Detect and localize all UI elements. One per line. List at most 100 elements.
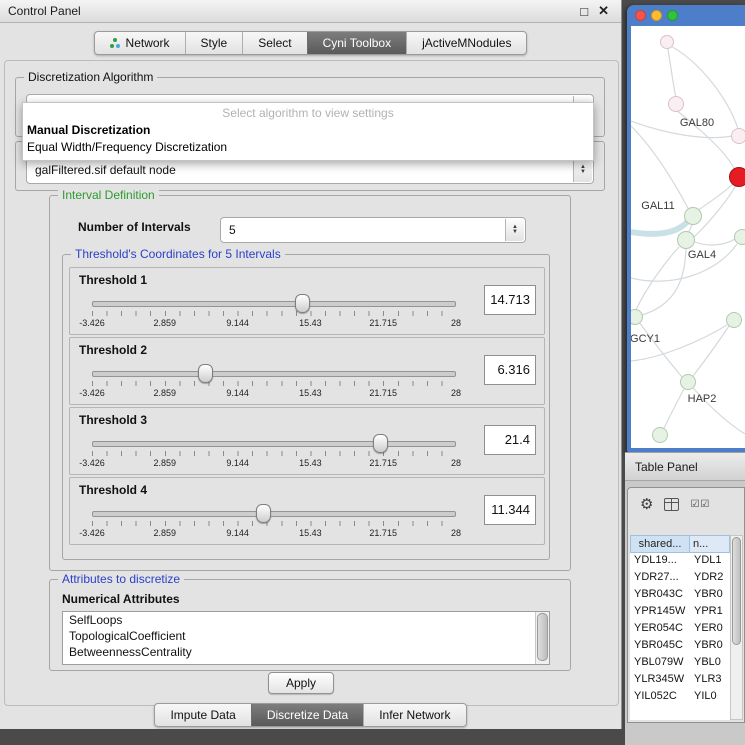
threshold-value-field[interactable]: 21.4 (484, 425, 536, 455)
table-scrollbar-thumb[interactable] (732, 537, 741, 645)
threshold-label: Threshold 3 (79, 413, 147, 427)
threshold-value-field[interactable]: 11.344 (484, 495, 536, 525)
close-icon[interactable]: ✕ (598, 3, 609, 19)
table-cell-name: YIL0 (690, 689, 730, 706)
table-row[interactable]: YER054CYER0 (630, 621, 730, 638)
network-node[interactable] (726, 312, 742, 328)
combobox-stepper-icon[interactable]: ▲▼ (505, 219, 524, 241)
float-window-icon[interactable]: □ (580, 4, 588, 19)
table-row[interactable]: YBR043CYBR0 (630, 587, 730, 604)
tick-label: 15.43 (299, 388, 322, 398)
slider-ticks (92, 381, 456, 386)
network-node[interactable] (652, 427, 668, 443)
control-panel-titlebar[interactable]: Control Panel □ ✕ (0, 0, 621, 23)
table-row[interactable]: YIL052CYIL0 (630, 689, 730, 706)
apply-button[interactable]: Apply (268, 672, 334, 694)
dropdown-option-manual-discretization[interactable]: Manual Discretization (23, 122, 593, 139)
network-node[interactable] (734, 229, 745, 245)
tab-discretize-data-label: Discretize Data (267, 708, 348, 722)
list-scrollbar[interactable] (535, 612, 549, 664)
table-scrollbar[interactable] (730, 535, 743, 720)
tick-label: 28 (451, 388, 461, 398)
tab-network[interactable]: Network (95, 32, 185, 54)
table-cell-shared-name: YDR27... (630, 570, 690, 587)
threshold-value-field[interactable]: 6.316 (484, 355, 536, 385)
table-row[interactable]: YLR345WYLR3 (630, 672, 730, 689)
network-node-gal80[interactable] (668, 96, 684, 112)
control-panel-title: Control Panel (8, 4, 81, 18)
table-cell-name: YDR2 (690, 570, 730, 587)
column-header-shared-name[interactable]: shared... (630, 535, 690, 553)
table-row[interactable]: YDL19...YDL1 (630, 553, 730, 570)
table-window: ⚙ ☑☑ shared... n... YDL19...YDL1YDR27...… (627, 487, 745, 723)
numerical-attributes-list[interactable]: SelfLoopsTopologicalCoefficientBetweenne… (62, 611, 550, 665)
tab-select[interactable]: Select (242, 32, 306, 54)
tab-discretize-data[interactable]: Discretize Data (251, 704, 363, 726)
combobox-stepper-icon[interactable]: ▲▼ (573, 158, 592, 182)
list-item-topologicalcoefficient[interactable]: TopologicalCoefficient (63, 628, 549, 644)
table-cell-shared-name: YDL19... (630, 553, 690, 570)
tab-cyni-toolbox-label: Cyni Toolbox (323, 36, 391, 50)
threshold-label: Threshold 1 (79, 273, 147, 287)
thresholds-group: Threshold's Coordinates for 5 Intervals … (62, 254, 550, 560)
threshold-slider[interactable]: -3.4262.8599.14415.4321.71528 (92, 294, 456, 330)
network-node-gal11[interactable] (684, 207, 702, 225)
columns-icon[interactable] (664, 498, 679, 511)
slider-ticks (92, 311, 456, 316)
threshold-slider[interactable]: -3.4262.8599.14415.4321.71528 (92, 364, 456, 400)
slider-thumb[interactable] (295, 294, 310, 313)
tick-label: 9.144 (226, 528, 249, 538)
tab-cyni-toolbox[interactable]: Cyni Toolbox (307, 32, 406, 54)
slider-ticks (92, 451, 456, 456)
number-of-intervals-combobox[interactable]: 5 ▲▼ (220, 217, 526, 243)
threshold-label: Threshold 2 (79, 343, 147, 357)
slider-thumb[interactable] (373, 434, 388, 453)
threshold-slider[interactable]: -3.4262.8599.14415.4321.71528 (92, 434, 456, 470)
table-cell-name: YER0 (690, 621, 730, 638)
network-window-titlebar[interactable] (627, 5, 745, 26)
tab-impute-data[interactable]: Impute Data (155, 704, 250, 726)
gear-icon[interactable]: ⚙ (640, 497, 653, 512)
threshold-panel-3: Threshold 3 -3.4262.8599.14415.4321.71528… (69, 407, 545, 475)
table-cell-shared-name: YBL079W (630, 655, 690, 672)
table-cell-shared-name: YPR145W (630, 604, 690, 621)
list-item-selfloops[interactable]: SelfLoops (63, 612, 549, 628)
list-scrollbar-thumb[interactable] (537, 613, 548, 661)
tick-label: 2.859 (154, 318, 177, 328)
tab-style[interactable]: Style (185, 32, 243, 54)
tick-label: 2.859 (154, 458, 177, 468)
slider-thumb[interactable] (198, 364, 213, 383)
zoom-traffic-icon[interactable] (667, 10, 678, 21)
algorithm-dropdown-popup: Select algorithm to view settings Manual… (22, 102, 594, 161)
top-tab-bar: NetworkStyleSelect Cyni Toolbox jActiveMNo… (0, 31, 621, 55)
table-row[interactable]: YDR27...YDR2 (630, 570, 730, 587)
network-canvas[interactable]: GAL80GAL11GAL4GCY1HAP2 (631, 26, 745, 448)
slider-thumb[interactable] (256, 504, 271, 523)
table-row[interactable]: YPR145WYPR1 (630, 604, 730, 621)
network-node-label-gal80: GAL80 (680, 117, 714, 129)
table-row[interactable]: YBR045CYBR0 (630, 638, 730, 655)
tick-label: 28 (451, 318, 461, 328)
list-item-betweennesscentrality[interactable]: BetweennessCentrality (63, 644, 549, 660)
table-cell-name: YBR0 (690, 638, 730, 655)
table-cell-shared-name: YBR043C (630, 587, 690, 604)
threshold-slider[interactable]: -3.4262.8599.14415.4321.71528 (92, 504, 456, 540)
column-header-name[interactable]: n... (690, 535, 730, 553)
table-toolbar: ⚙ ☑☑ (628, 491, 744, 517)
network-node[interactable] (660, 35, 674, 49)
minimize-traffic-icon[interactable] (651, 10, 662, 21)
dropdown-option-equal-width-frequency-discretization[interactable]: Equal Width/Frequency Discretization (23, 139, 593, 156)
bottom-tab-bar: Impute Data Discretize Data Infer Network (0, 703, 621, 727)
tab-jactivemnodules[interactable]: jActiveMNodules (406, 32, 526, 54)
network-node[interactable] (731, 128, 745, 144)
table-row[interactable]: YBL079WYBL0 (630, 655, 730, 672)
slider-tick-labels: -3.4262.8599.14415.4321.71528 (92, 458, 456, 468)
threshold-value-field[interactable]: 14.713 (484, 285, 536, 315)
network-node[interactable] (729, 167, 745, 187)
threshold-panel-1: Threshold 1 -3.4262.8599.14415.4321.71528… (69, 267, 545, 335)
close-traffic-icon[interactable] (635, 10, 646, 21)
select-columns-icons[interactable]: ☑☑ (690, 499, 710, 510)
network-node-hap2[interactable] (680, 374, 696, 390)
network-node-gal4[interactable] (677, 231, 695, 249)
tab-infer-network[interactable]: Infer Network (363, 704, 465, 726)
